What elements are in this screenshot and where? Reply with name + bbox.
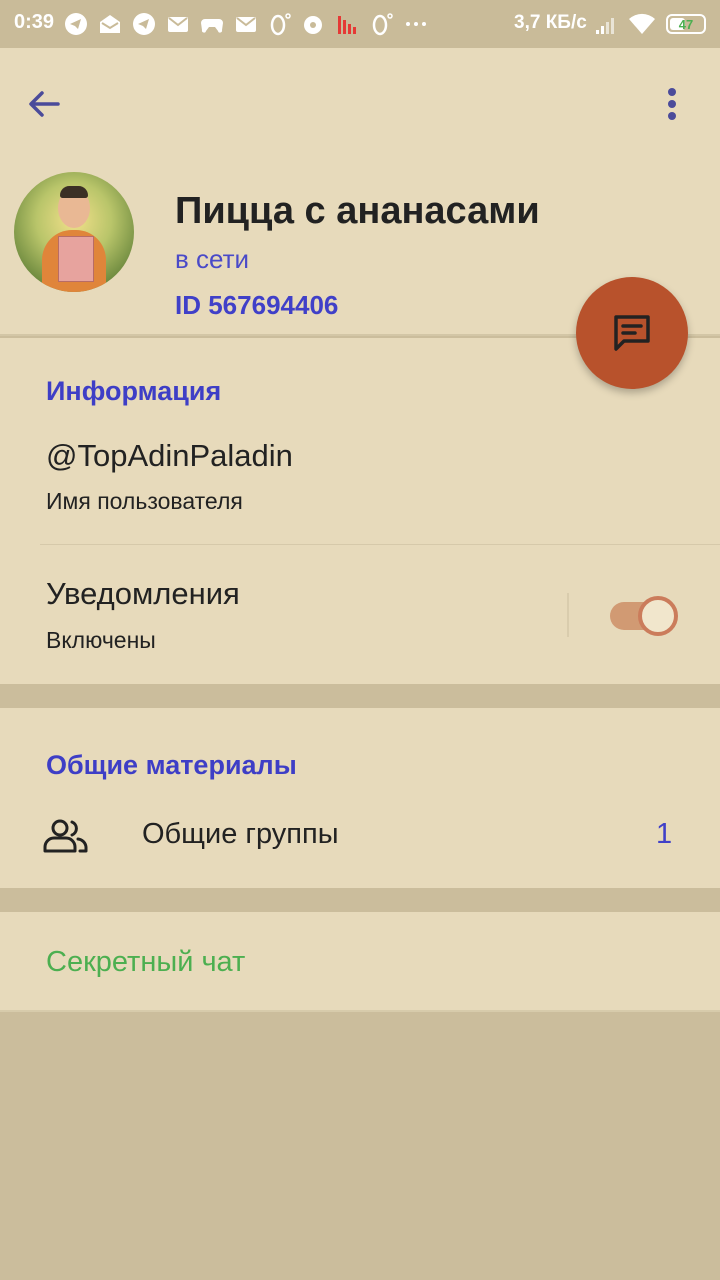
profile-name: Пицца с ананасами bbox=[175, 190, 540, 232]
shared-media-section: Общие материалы Общие группы 1 bbox=[0, 708, 720, 888]
battery-icon: 47 bbox=[666, 14, 706, 34]
telegram-icon bbox=[133, 13, 155, 35]
telegram-icon bbox=[65, 13, 87, 35]
profile-id[interactable]: ID 567694406 bbox=[175, 290, 338, 321]
more-vertical-icon[interactable] bbox=[652, 84, 692, 124]
shared-media-heading: Общие материалы bbox=[46, 750, 297, 780]
info-section: Информация @TopAdinPaladin Имя пользоват… bbox=[0, 338, 720, 684]
network-speed: 3,7 КБ/с bbox=[514, 12, 587, 33]
mail-muted-icon bbox=[236, 17, 256, 32]
notifications-separator bbox=[567, 593, 569, 637]
battery-percent: 47 bbox=[678, 16, 694, 32]
disc-icon bbox=[304, 16, 322, 34]
online-status: в сети bbox=[175, 244, 250, 274]
zero-degree-icon bbox=[372, 13, 393, 36]
avatar-hair bbox=[60, 186, 88, 198]
username-caption: Имя пользователя bbox=[46, 488, 243, 514]
divider bbox=[40, 544, 720, 545]
secret-chat-button[interactable]: Секретный чат bbox=[46, 946, 245, 979]
cell-signal-icon bbox=[596, 18, 614, 34]
signal-bars-icon bbox=[338, 16, 356, 34]
mail-open-icon bbox=[100, 15, 120, 33]
chat-icon bbox=[614, 315, 650, 351]
zero-degree-icon bbox=[270, 13, 291, 36]
mail-muted-icon bbox=[168, 17, 188, 32]
notifications-title[interactable]: Уведомления bbox=[46, 576, 240, 612]
status-bar: 0:39 3,7 КБ/с 47 bbox=[0, 0, 720, 48]
common-groups-row[interactable]: Общие группы 1 bbox=[0, 800, 720, 872]
status-time: 0:39 bbox=[14, 11, 55, 33]
info-heading: Информация bbox=[46, 376, 222, 406]
wifi-icon bbox=[629, 13, 655, 34]
avatar-book bbox=[58, 236, 94, 282]
message-fab[interactable] bbox=[576, 277, 688, 389]
groups-icon bbox=[43, 819, 88, 853]
secret-chat-section: Секретный чат bbox=[0, 912, 720, 1012]
username-value[interactable]: @TopAdinPaladin bbox=[46, 438, 293, 474]
back-arrow-icon[interactable] bbox=[24, 84, 64, 124]
notification-icons bbox=[64, 10, 428, 38]
common-groups-label: Общие группы bbox=[142, 818, 339, 850]
notifications-toggle[interactable] bbox=[610, 596, 678, 636]
more-dots-icon bbox=[406, 22, 426, 26]
gamepad-icon bbox=[201, 19, 223, 33]
avatar[interactable] bbox=[14, 172, 134, 292]
toggle-thumb bbox=[638, 596, 678, 636]
notifications-caption: Включены bbox=[46, 627, 156, 653]
common-groups-count: 1 bbox=[656, 818, 673, 850]
